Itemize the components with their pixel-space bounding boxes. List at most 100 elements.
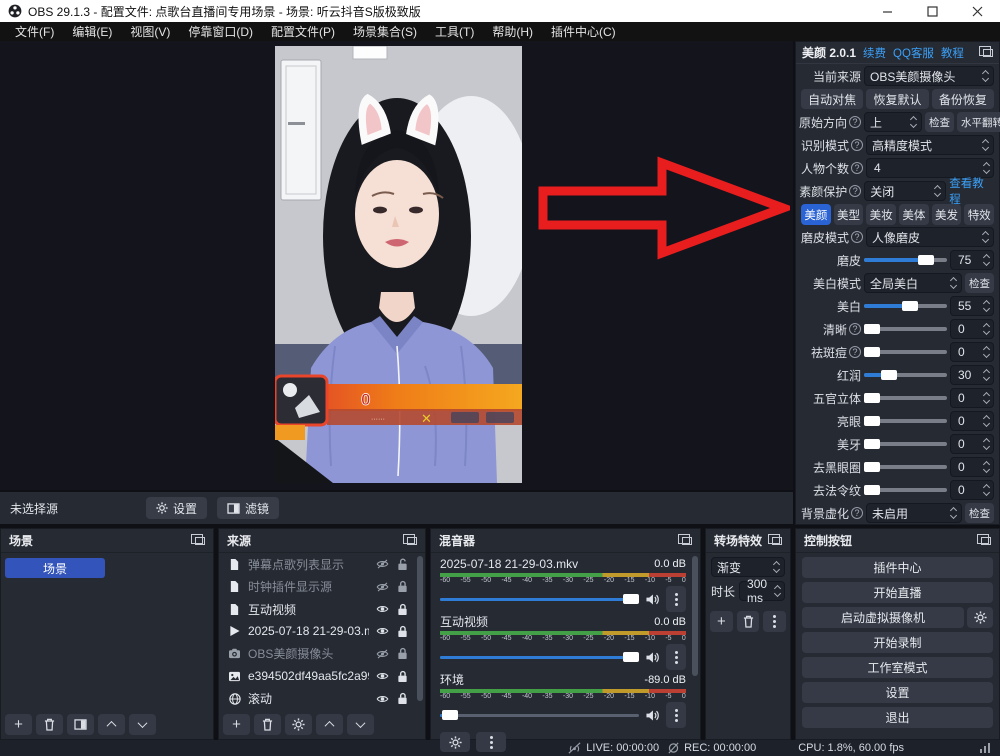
menu-scene-collection[interactable]: 场景集合(S) bbox=[344, 23, 426, 40]
preview-canvas[interactable]: 0 ······ ✕ bbox=[0, 41, 793, 490]
bright-eyes-slider[interactable] bbox=[864, 412, 947, 430]
source-row[interactable]: 弹幕点歌列表显示 bbox=[219, 553, 425, 575]
plugin-center-button[interactable]: 插件中心 bbox=[802, 557, 993, 578]
source-filters-button[interactable]: 滤镜 bbox=[217, 497, 279, 519]
whiten-slider[interactable] bbox=[864, 297, 947, 315]
source-row[interactable]: OBS美颜摄像头 bbox=[219, 643, 425, 665]
help-icon[interactable] bbox=[851, 507, 863, 519]
dock-popout-icon[interactable] bbox=[983, 49, 993, 57]
orientation-check-button[interactable]: 检查 bbox=[925, 112, 954, 132]
help-icon[interactable] bbox=[851, 139, 863, 151]
rosy-slider[interactable] bbox=[864, 366, 947, 384]
restore-defaults-button[interactable]: 恢复默认 bbox=[866, 89, 928, 109]
tab-effects[interactable]: 特效 bbox=[964, 204, 994, 225]
source-row[interactable]: 滚动 bbox=[219, 688, 425, 710]
menu-edit[interactable]: 编辑(E) bbox=[63, 23, 121, 40]
eye-visible-icon[interactable] bbox=[376, 693, 389, 705]
lock-icon[interactable] bbox=[396, 603, 409, 616]
bare-face-protect-select[interactable]: 关闭 bbox=[864, 181, 946, 201]
clarity-spinbox[interactable]: 0 bbox=[950, 319, 994, 339]
source-properties-gear-button[interactable] bbox=[285, 714, 312, 735]
exit-button[interactable]: 退出 bbox=[802, 707, 993, 728]
horizontal-flip-button[interactable]: 水平翻转 bbox=[957, 112, 1000, 132]
menu-plugin-center[interactable]: 插件中心(C) bbox=[542, 23, 625, 40]
teeth-whitening-spinbox[interactable]: 0 bbox=[950, 434, 994, 454]
minimize-button[interactable] bbox=[865, 0, 910, 22]
view-tutorial-link[interactable]: 查看教程 bbox=[949, 175, 994, 207]
lock-open-icon[interactable] bbox=[396, 558, 409, 571]
menu-docks[interactable]: 停靠窗口(D) bbox=[179, 23, 262, 40]
blemish-removal-spinbox[interactable]: 0 bbox=[950, 342, 994, 362]
speaker-icon[interactable] bbox=[645, 709, 660, 722]
smooth-spinbox[interactable]: 75 bbox=[950, 250, 994, 270]
remove-scene-button[interactable] bbox=[36, 714, 63, 735]
help-icon[interactable] bbox=[851, 162, 863, 174]
mixer-menu-button[interactable] bbox=[476, 732, 506, 752]
speaker-icon[interactable] bbox=[645, 593, 660, 606]
nasolabial-folds-spinbox[interactable]: 0 bbox=[950, 480, 994, 500]
help-icon[interactable] bbox=[849, 185, 861, 197]
dock-popout-icon[interactable] bbox=[407, 537, 417, 545]
backup-restore-button[interactable]: 备份恢复 bbox=[932, 89, 994, 109]
tab-makeup[interactable]: 美妆 bbox=[866, 204, 896, 225]
eye-visible-icon[interactable] bbox=[376, 625, 389, 637]
help-icon[interactable] bbox=[849, 346, 861, 358]
teeth-whitening-slider[interactable] bbox=[864, 435, 947, 453]
volume-slider[interactable] bbox=[440, 709, 639, 721]
facial-depth-slider[interactable] bbox=[864, 389, 947, 407]
qq-support-link[interactable]: QQ客服 bbox=[893, 45, 934, 61]
scene-list-item[interactable]: 场景 bbox=[5, 558, 105, 578]
start-recording-button[interactable]: 开始录制 bbox=[802, 632, 993, 653]
sources-scrollbar[interactable] bbox=[417, 556, 423, 701]
studio-mode-button[interactable]: 工作室模式 bbox=[802, 657, 993, 678]
orientation-select[interactable]: 上 bbox=[864, 112, 922, 132]
maximize-button[interactable] bbox=[910, 0, 955, 22]
source-row[interactable]: 互动视频 bbox=[219, 598, 425, 620]
channel-menu-button[interactable] bbox=[666, 702, 686, 728]
channel-menu-button[interactable] bbox=[666, 586, 686, 612]
channel-menu-button[interactable] bbox=[666, 644, 686, 670]
dock-popout-icon[interactable] bbox=[772, 537, 782, 545]
tab-beauty[interactable]: 美颜 bbox=[801, 204, 831, 225]
lock-icon[interactable] bbox=[396, 580, 409, 593]
eye-visible-icon[interactable] bbox=[376, 603, 389, 615]
virtual-camera-settings-button[interactable] bbox=[967, 607, 993, 628]
autofocus-button[interactable]: 自动对焦 bbox=[801, 89, 863, 109]
lock-icon[interactable] bbox=[396, 625, 409, 638]
move-scene-up-button[interactable] bbox=[98, 714, 125, 735]
scene-filters-button[interactable] bbox=[67, 714, 94, 735]
menu-tools[interactable]: 工具(T) bbox=[426, 23, 483, 40]
recognition-mode-select[interactable]: 高精度模式 bbox=[866, 135, 994, 155]
menu-file[interactable]: 文件(F) bbox=[6, 23, 63, 40]
start-streaming-button[interactable]: 开始直播 bbox=[802, 582, 993, 603]
eye-hidden-icon[interactable] bbox=[376, 581, 389, 593]
whiten-mode-select[interactable]: 全局美白 bbox=[864, 273, 962, 293]
eye-hidden-icon[interactable] bbox=[376, 558, 389, 570]
speaker-icon[interactable] bbox=[645, 651, 660, 664]
whiten-spinbox[interactable]: 55 bbox=[950, 296, 994, 316]
current-source-select[interactable]: OBS美颜摄像头 bbox=[864, 66, 994, 86]
smooth-mode-select[interactable]: 人像磨皮 bbox=[866, 227, 994, 247]
move-source-down-button[interactable] bbox=[347, 714, 374, 735]
add-transition-button[interactable] bbox=[710, 611, 733, 632]
blemish-removal-slider[interactable] bbox=[864, 343, 947, 361]
bright-eyes-spinbox[interactable]: 0 bbox=[950, 411, 994, 431]
tutorial-link[interactable]: 教程 bbox=[941, 45, 964, 61]
menu-help[interactable]: 帮助(H) bbox=[483, 23, 542, 40]
move-source-up-button[interactable] bbox=[316, 714, 343, 735]
tab-reshape[interactable]: 美型 bbox=[834, 204, 864, 225]
source-row[interactable]: e394502df49aa5fc2a99cd2e7c bbox=[219, 665, 425, 687]
source-properties-button[interactable]: 设置 bbox=[146, 497, 207, 519]
tab-body[interactable]: 美体 bbox=[899, 204, 929, 225]
transition-type-select[interactable]: 渐变 bbox=[711, 557, 785, 577]
tab-hair[interactable]: 美发 bbox=[932, 204, 962, 225]
menu-view[interactable]: 视图(V) bbox=[121, 23, 179, 40]
close-button[interactable] bbox=[955, 0, 1000, 22]
transition-duration-input[interactable]: 300 ms bbox=[739, 581, 785, 601]
advanced-audio-button[interactable] bbox=[440, 732, 470, 752]
dark-circles-slider[interactable] bbox=[864, 458, 947, 476]
renew-link[interactable]: 续费 bbox=[863, 45, 886, 61]
whiten-check-button[interactable]: 检查 bbox=[965, 273, 994, 293]
help-icon[interactable] bbox=[849, 116, 861, 128]
dock-popout-icon[interactable] bbox=[682, 537, 692, 545]
